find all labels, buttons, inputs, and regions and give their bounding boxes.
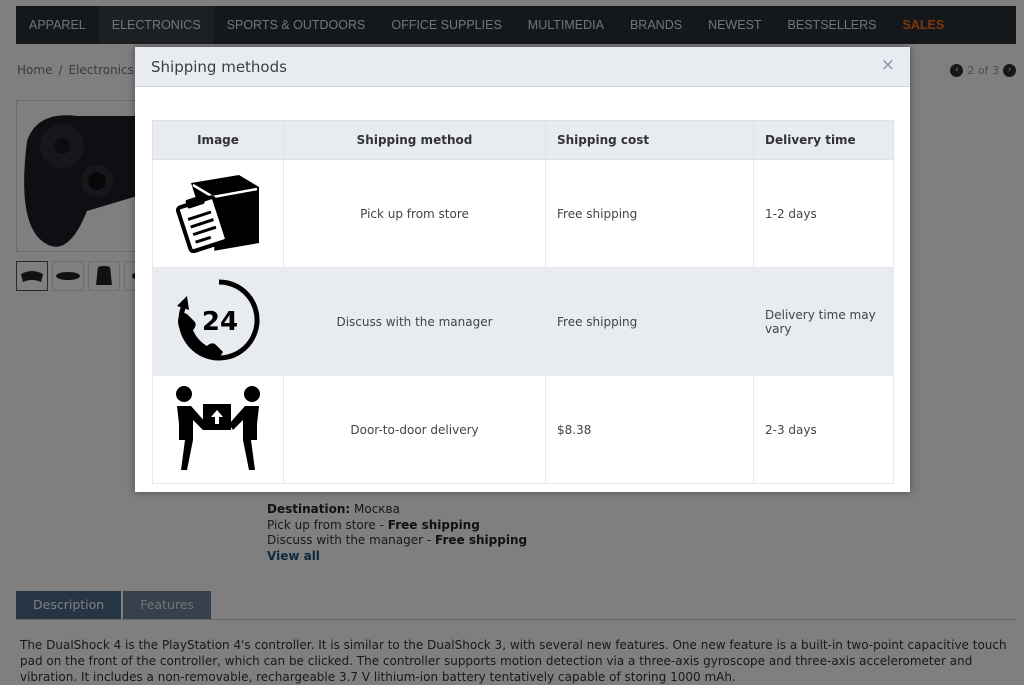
shipping-cost: Free shipping: [545, 267, 754, 376]
column-header-time: Delivery time: [753, 120, 894, 160]
column-header-image: Image: [152, 120, 284, 160]
shipping-method-name: Pick up from store: [283, 159, 546, 268]
table-row: 24 Discuss with the manager Free shippin…: [152, 267, 894, 376]
delivery-time: Delivery time may vary: [753, 267, 894, 376]
shipping-icon-cell: 24: [152, 267, 284, 376]
modal-title: Shipping methods: [151, 58, 287, 76]
shipping-method-name: Door-to-door delivery: [283, 375, 546, 484]
shipping-cost: Free shipping: [545, 159, 754, 268]
close-icon[interactable]: ×: [881, 55, 895, 75]
phone-24-icon: 24: [177, 279, 260, 361]
shipping-method-name: Discuss with the manager: [283, 267, 546, 376]
table-row: Door-to-door delivery $8.38 2-3 days: [152, 375, 894, 484]
table-row: Pick up from store Free shipping 1-2 day…: [152, 159, 894, 268]
courier-handover-icon: [176, 386, 260, 470]
shipping-icon-cell: [152, 159, 284, 268]
delivery-time: 2-3 days: [753, 375, 894, 484]
shipping-icon-cell: [152, 375, 284, 484]
delivery-time: 1-2 days: [753, 159, 894, 268]
table-header-row: Image Shipping method Shipping cost Deli…: [152, 120, 894, 160]
column-header-method: Shipping method: [283, 120, 546, 160]
column-header-cost: Shipping cost: [545, 120, 754, 160]
modal-header: Shipping methods ×: [135, 47, 910, 87]
shipping-cost: $8.38: [545, 375, 754, 484]
package-clipboard-icon: [175, 175, 259, 253]
shipping-methods-table: Image Shipping method Shipping cost Deli…: [152, 120, 894, 484]
svg-text:24: 24: [202, 307, 238, 337]
shipping-methods-modal: Shipping methods × Image Shipping method…: [135, 47, 910, 492]
